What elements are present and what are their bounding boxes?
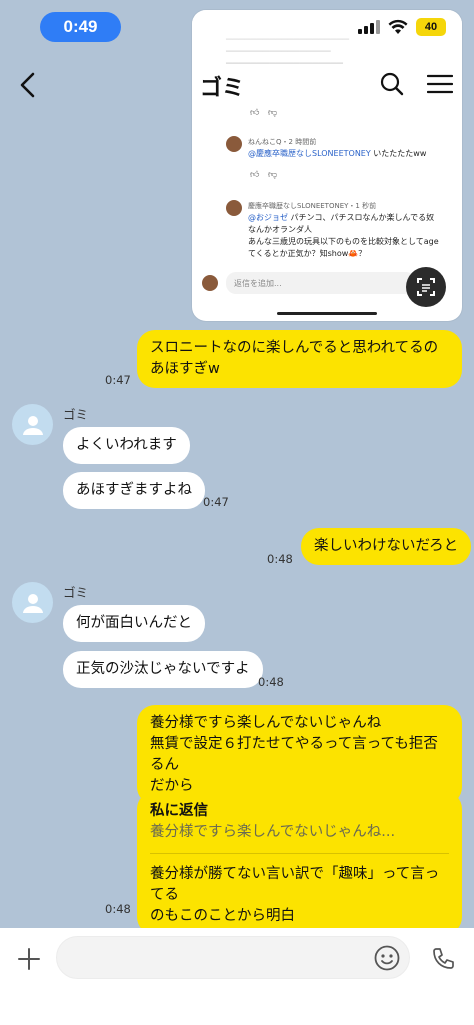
phone-icon[interactable] bbox=[430, 946, 456, 972]
message-time: 0:47 bbox=[203, 495, 229, 509]
battery-icon: 40 bbox=[416, 18, 446, 36]
message-bubble-reply[interactable]: 私に返信 養分様ですら楽しんでないじゃんね... 養分様が勝てない言い訳で「趣味… bbox=[137, 791, 462, 935]
sender-name: ゴミ bbox=[63, 407, 89, 422]
message-bubble-outgoing[interactable]: 養分様ですら楽しんでないじゃんね 無賃で設定６打たせてやるって言っても拒否るん … bbox=[137, 705, 462, 805]
comment-1-mention: @慶應卒職歴なしSLONEETONEY bbox=[248, 149, 371, 158]
search-icon[interactable] bbox=[380, 72, 404, 96]
person-icon bbox=[22, 415, 43, 435]
message-bubble-outgoing[interactable]: スロニートなのに楽しんでると思われてるのあほすぎw bbox=[137, 330, 462, 388]
reply-input: 返信を追加... bbox=[226, 272, 416, 294]
comment-1-text: いたたたたww bbox=[373, 149, 427, 158]
plus-icon[interactable] bbox=[17, 947, 41, 971]
message-bubble-incoming[interactable]: 正気の沙汰じゃないですよ bbox=[63, 651, 263, 688]
person-icon bbox=[22, 593, 43, 613]
commenter-avatar bbox=[226, 136, 242, 152]
comment-2-line2: なんかオランダ人 bbox=[248, 225, 312, 234]
message-line: 無賃で設定６打たせてやるって言っても拒否るん bbox=[150, 736, 438, 773]
comment-2-mention: @おジョゼ bbox=[248, 213, 288, 222]
sender-name: ゴミ bbox=[63, 585, 89, 600]
message-line: 養分様が勝てない言い訳で「趣味」って言ってる bbox=[150, 866, 440, 903]
reply-quote[interactable]: 養分様ですら楽しんでないじゃんね... bbox=[150, 822, 449, 843]
message-bubble-incoming[interactable]: よくいわれます bbox=[63, 427, 190, 464]
reply-title: 私に返信 bbox=[150, 803, 208, 819]
back-icon[interactable] bbox=[16, 70, 40, 100]
message-time: 0:47 bbox=[105, 373, 131, 387]
text-scan-icon[interactable] bbox=[406, 267, 446, 307]
comment-2-line4: てくるとか正気か？知show🦀？ bbox=[248, 249, 367, 258]
comment-2-line1: パチンコ、パチスロなんか楽しんでる奴 bbox=[290, 213, 435, 222]
wifi-icon bbox=[388, 19, 408, 34]
thumbs-icons: 👍︎ 👎︎ bbox=[250, 170, 278, 180]
input-bar bbox=[0, 928, 474, 1025]
comment-1: ねんねこQ・2 時間前 @慶應卒職歴なしSLONEETONEY いたたたたww bbox=[248, 136, 453, 160]
home-indicator bbox=[277, 312, 377, 315]
message-line: 養分様ですら楽しんでないじゃんね bbox=[150, 715, 382, 731]
thumbs-icons: 👍︎ 👎︎ bbox=[250, 108, 278, 118]
signal-icon bbox=[358, 20, 380, 34]
screenshot-image-message[interactable]: ▔▔▔▔▔▔▔▔▔▔▔▔▔▔▔▔▔▔▔▔▔▔▔▔▔▔▔▔▔▔▔▔▔▔▔▔▔▔▔▔… bbox=[192, 10, 462, 321]
message-time: 0:48 bbox=[105, 902, 131, 916]
comment-1-meta: ねんねこQ・2 時間前 bbox=[248, 138, 317, 146]
emoji-icon[interactable] bbox=[374, 945, 400, 971]
chat-screen: ▔▔▔▔▔▔▔▔▔▔▔▔▔▔▔▔▔▔▔▔▔▔▔▔▔▔▔▔▔▔▔▔▔▔▔▔▔▔▔▔… bbox=[0, 0, 474, 1025]
menu-icon[interactable] bbox=[427, 74, 453, 94]
chat-title: ゴミ bbox=[200, 76, 245, 101]
comment-2: 慶應卒職歴なしSLONEETONEY・1 秒前 @おジョゼ パチンコ、パチスロな… bbox=[248, 200, 453, 260]
comment-2-meta: 慶應卒職歴なしSLONEETONEY・1 秒前 bbox=[248, 202, 377, 210]
message-bubble-incoming[interactable]: あほすぎますよね bbox=[63, 472, 205, 509]
status-time: 0:49 bbox=[40, 12, 121, 42]
message-bubble-incoming[interactable]: 何が面白いんだと bbox=[63, 605, 205, 642]
message-time: 0:48 bbox=[258, 675, 284, 689]
contact-avatar[interactable] bbox=[12, 404, 53, 445]
my-avatar bbox=[202, 275, 218, 291]
comment-2-line3: あんな三歳児の玩具以下のものを比較対象としてage bbox=[248, 237, 439, 246]
status-icons: 40 bbox=[358, 18, 446, 36]
message-line: のもこのことから明白 bbox=[150, 908, 295, 924]
reply-divider bbox=[150, 853, 449, 854]
contact-avatar[interactable] bbox=[12, 582, 53, 623]
message-input[interactable] bbox=[56, 936, 410, 979]
message-time: 0:48 bbox=[267, 552, 293, 566]
commenter-avatar bbox=[226, 200, 242, 216]
message-bubble-outgoing[interactable]: 楽しいわけないだろと bbox=[301, 528, 472, 565]
